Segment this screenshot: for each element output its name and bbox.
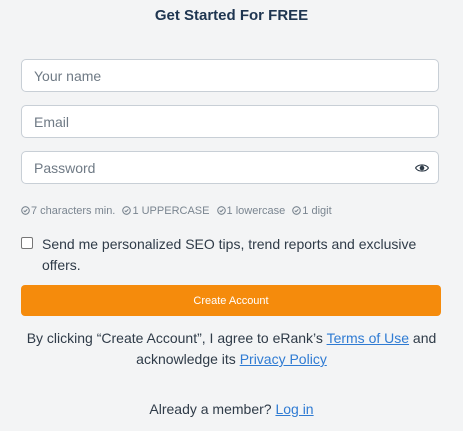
- page-title: Get Started For FREE: [154, 7, 309, 24]
- privacy-policy-link[interactable]: Privacy Policy: [240, 351, 327, 367]
- requirement-text: 1 UPPERCASE: [132, 205, 210, 217]
- requirement-item: 1 UPPERCASE: [122, 205, 212, 217]
- create-account-button[interactable]: Create Account: [21, 285, 441, 316]
- requirement-text: 1 digit: [302, 205, 332, 217]
- requirement-item: 1 lowercase: [216, 205, 289, 217]
- legal-text-prefix: By clicking “Create Account”, I agree to…: [26, 330, 327, 346]
- requirement-item: 1 digit: [292, 205, 332, 217]
- check-circle-icon: [21, 206, 30, 215]
- check-circle-icon: [122, 206, 132, 215]
- password-requirements: 7 characters min. 1 UPPERCASE 1 lowercas…: [21, 205, 336, 217]
- member-text: Already a member?: [149, 401, 276, 417]
- login-link[interactable]: Log in: [275, 401, 313, 417]
- requirement-text: 7 characters min.: [31, 205, 116, 217]
- email-field[interactable]: [21, 105, 439, 138]
- requirement-text: 1 lowercase: [226, 205, 286, 217]
- legal-notice: By clicking “Create Account”, I agree to…: [10, 328, 453, 370]
- password-input[interactable]: [22, 152, 394, 183]
- terms-of-use-link[interactable]: Terms of Use: [327, 330, 409, 346]
- newsletter-checkbox[interactable]: [21, 237, 33, 249]
- newsletter-label[interactable]: Send me personalized SEO tips, trend rep…: [42, 234, 432, 276]
- requirement-item: 7 characters min.: [21, 205, 118, 217]
- name-field[interactable]: [21, 59, 439, 92]
- check-circle-icon: [216, 206, 226, 215]
- name-input[interactable]: [22, 60, 394, 91]
- eye-icon[interactable]: [414, 161, 430, 175]
- email-input[interactable]: [22, 106, 394, 137]
- check-circle-icon: [292, 206, 302, 215]
- password-field[interactable]: [21, 151, 439, 184]
- member-login-prompt: Already a member? Log in: [0, 401, 463, 417]
